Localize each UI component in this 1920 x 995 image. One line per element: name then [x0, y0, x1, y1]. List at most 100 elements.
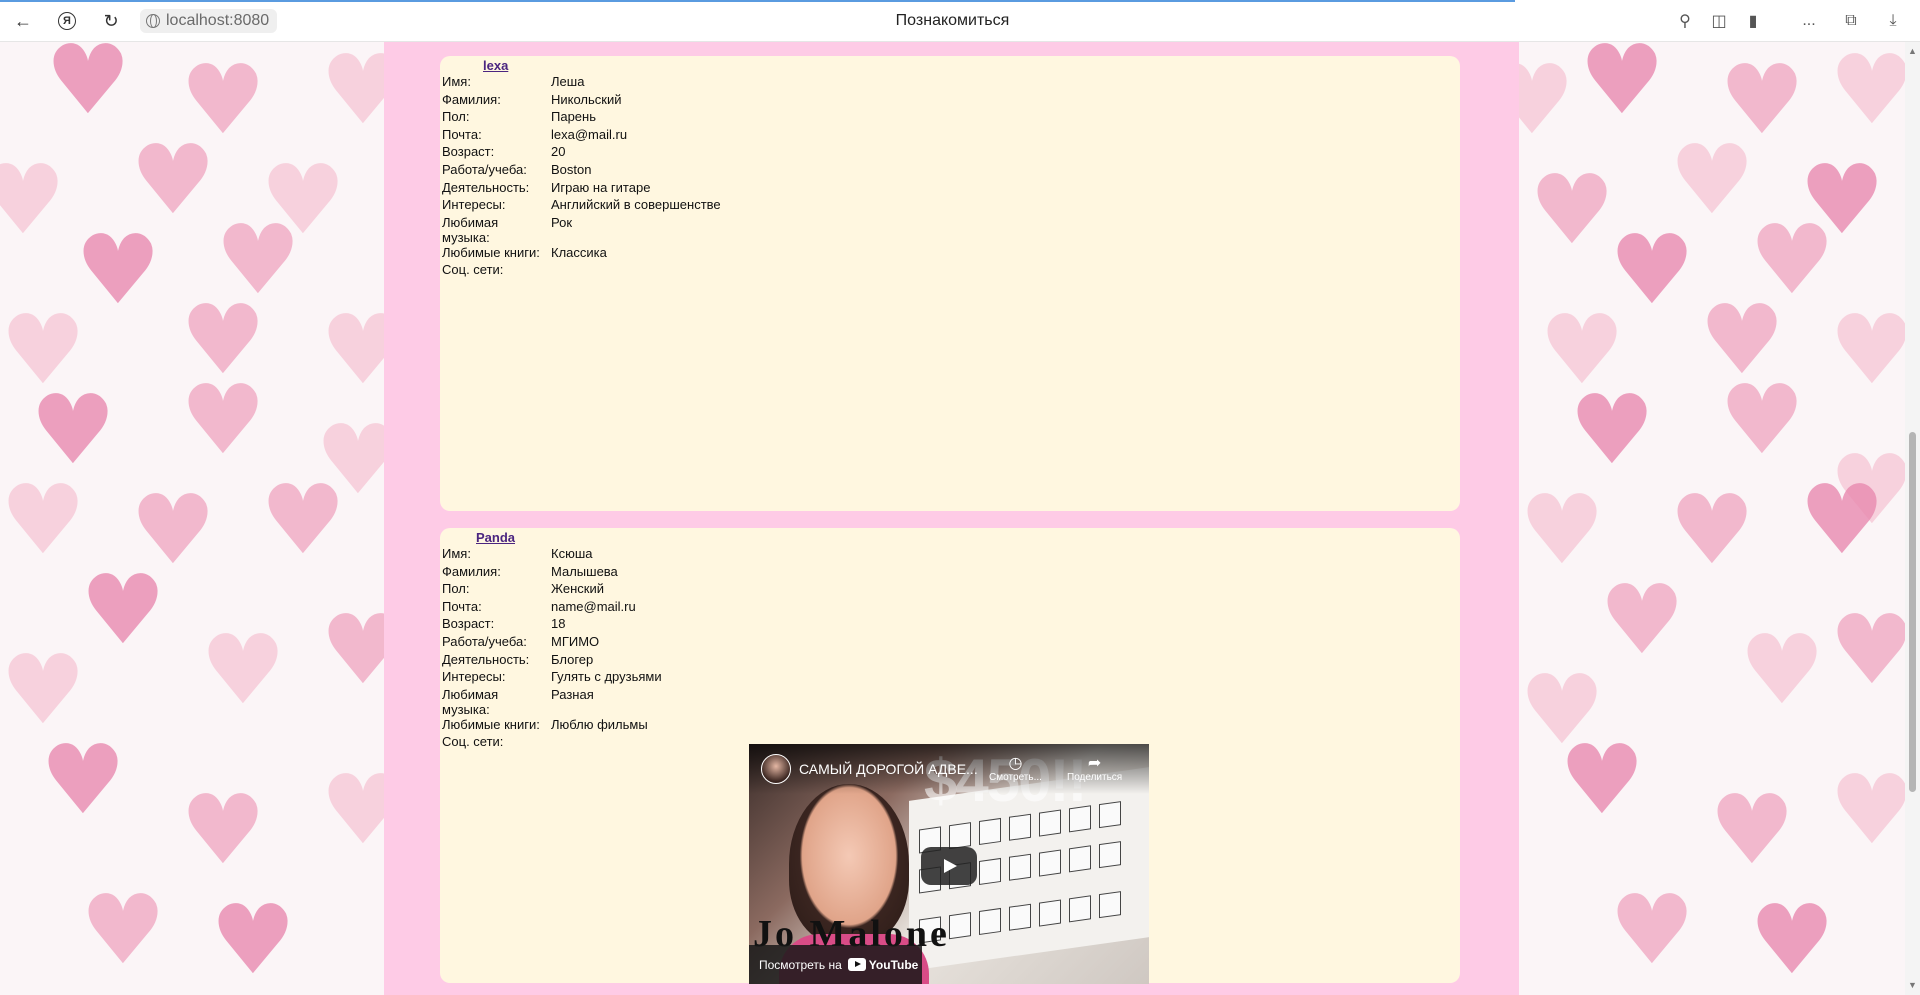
youtube-video-embed[interactable]: $450!! Jo Malone САМЫЙ ДОРОГОЙ АДВЕ... ◷… — [749, 744, 1149, 984]
field-label: Пол: — [442, 109, 470, 125]
field-value: Люблю фильмы — [551, 716, 648, 732]
field-value — [550, 262, 723, 280]
scroll-down-icon[interactable]: ▼ — [1908, 980, 1917, 990]
youtube-wordmark: YouTube — [868, 957, 919, 972]
profile-info-table: Имя: Леша Фамилия: Никольский Пол: Парень П… — [441, 74, 723, 280]
profile-row: Почта: name@mail.ru — [441, 599, 664, 617]
field-label: Имя: — [442, 546, 471, 561]
address-text: localhost:8080 — [166, 12, 270, 29]
download-icon[interactable]: ⤓ — [1880, 8, 1906, 34]
profile-row: Пол: Парень — [441, 109, 723, 127]
field-value: name@mail.ru — [551, 598, 636, 614]
heart-decoration: ♥ — [80, 554, 167, 666]
profile-row: Любимая музыка: Рок — [441, 215, 723, 245]
field-value: Играю на гитаре — [551, 179, 651, 195]
page-scrollbar[interactable]: ▲ ▼ — [1905, 42, 1920, 995]
profile-row: Работа/учеба: МГИМО — [441, 634, 664, 652]
profile-row: Деятельность: Блогер — [441, 652, 664, 670]
search-page-icon[interactable]: ⚲ — [1672, 8, 1698, 34]
profile-row: Фамилия: Никольский — [441, 92, 723, 110]
heart-decoration: ♥ — [320, 594, 384, 706]
field-value: Леша — [551, 74, 585, 89]
heart-decoration: ♥ — [1519, 44, 1576, 156]
play-button[interactable] — [921, 847, 977, 885]
youtube-play-icon — [847, 958, 866, 971]
heart-decoration: ♥ — [1799, 464, 1886, 576]
video-title[interactable]: САМЫЙ ДОРОГОЙ АДВЕ... — [799, 761, 978, 777]
collections-icon[interactable]: ⧉ — [1838, 8, 1864, 34]
heart-decoration: ♥ — [1829, 594, 1905, 706]
field-label: Работа/учеба: — [442, 633, 527, 649]
heart-decoration: ♥ — [1829, 42, 1905, 146]
more-menu-button[interactable]: ... — [1796, 8, 1822, 34]
field-value: Малышева — [551, 563, 618, 579]
heart-decoration: ♥ — [0, 144, 67, 256]
heart-decoration: ♥ — [80, 874, 167, 986]
profile-row: Имя: Ксюша — [441, 546, 664, 564]
profile-row: Любимая музыка: Разная — [441, 687, 664, 717]
field-value: Разная — [551, 686, 594, 702]
field-label: Фамилия: — [442, 91, 501, 107]
profile-row: Соц. сети: — [441, 262, 723, 280]
field-label: Фамилия: — [442, 563, 501, 579]
share-button[interactable]: ➦ Поделиться — [1067, 755, 1123, 784]
scrollbar-thumb[interactable] — [1909, 432, 1916, 792]
heart-decoration: ♥ — [320, 754, 384, 866]
field-label: Деятельность: — [442, 179, 530, 195]
scroll-up-icon[interactable]: ▲ — [1908, 46, 1917, 56]
reload-icon[interactable]: ↻ — [98, 8, 124, 34]
field-value: МГИМО — [551, 633, 600, 649]
heart-decoration: ♥ — [1519, 474, 1606, 586]
profile-row: Фамилия: Малышева — [441, 564, 664, 582]
bookmark-icon[interactable]: ▮ — [1740, 8, 1766, 34]
field-value: Никольский — [551, 91, 622, 107]
heart-decoration: ♥ — [1579, 42, 1666, 136]
field-value: Boston — [551, 161, 592, 177]
heart-decoration: ♥ — [1529, 154, 1616, 266]
watch-on-youtube-button[interactable]: Посмотреть на YouTube — [749, 945, 922, 984]
field-value: 20 — [551, 144, 566, 160]
profile-nickname-link[interactable]: Panda — [476, 530, 515, 545]
heart-decoration: ♥ — [75, 214, 162, 326]
field-value: Женский — [551, 581, 604, 597]
heart-decoration: ♥ — [260, 464, 347, 576]
profile-row: Любимые книги: Классика — [441, 245, 723, 263]
heart-decoration: ♥ — [1559, 724, 1646, 836]
field-label: Почта: — [442, 126, 482, 142]
share-label: Поделиться — [1067, 772, 1123, 783]
field-value: Парень — [551, 109, 596, 125]
heart-decoration: ♥ — [1599, 564, 1686, 676]
field-label: Интересы: — [442, 197, 506, 213]
heart-decoration: ♥ — [200, 614, 287, 726]
profile-row: Деятельность: Играю на гитаре — [441, 180, 723, 198]
field-value: Блогер — [551, 651, 594, 667]
field-label: Соц. сети: — [442, 262, 504, 278]
watch-later-button[interactable]: ◷ Смотреть... — [989, 756, 1042, 784]
profiles-column: lexa Имя: Леша Фамилия: Никольский Пол: Пар… — [384, 42, 1519, 995]
field-label: Работа/учеба: — [442, 161, 527, 177]
profile-nickname-link[interactable]: lexa — [483, 58, 508, 73]
back-icon[interactable]: ← — [10, 8, 36, 34]
field-value — [550, 734, 664, 752]
profile-card: Panda Имя: Ксюша Фамилия: Малышева Пол: Жен… — [440, 528, 1460, 984]
field-label: Интересы: — [442, 669, 506, 685]
field-label: Пол: — [442, 581, 470, 597]
field-value: Рок — [551, 214, 573, 230]
field-label: Любимая музыка: — [442, 214, 499, 245]
globe-icon — [146, 14, 160, 28]
share-icon: ➦ — [1087, 755, 1102, 772]
field-value: Английский в совершенстве — [551, 197, 721, 213]
protect-icon[interactable]: ◫ — [1706, 8, 1732, 34]
address-bar[interactable]: localhost:8080 — [140, 9, 278, 33]
field-label: Соц. сети: — [442, 734, 504, 750]
watch-on-label: Посмотреть на — [759, 957, 842, 972]
channel-avatar[interactable] — [761, 754, 791, 784]
page-title: Познакомиться — [895, 12, 1010, 29]
field-value: 18 — [551, 616, 566, 632]
yandex-icon[interactable]: Я — [54, 8, 80, 34]
field-label: Возраст: — [442, 144, 495, 160]
heart-decoration: ♥ — [180, 774, 267, 886]
browser-toolbar: ← Я ↻ localhost:8080 Познакомиться ⚲ ◫ ▮… — [0, 0, 1920, 42]
field-label: Любимые книги: — [442, 716, 540, 732]
youtube-logo: YouTube — [847, 957, 919, 972]
